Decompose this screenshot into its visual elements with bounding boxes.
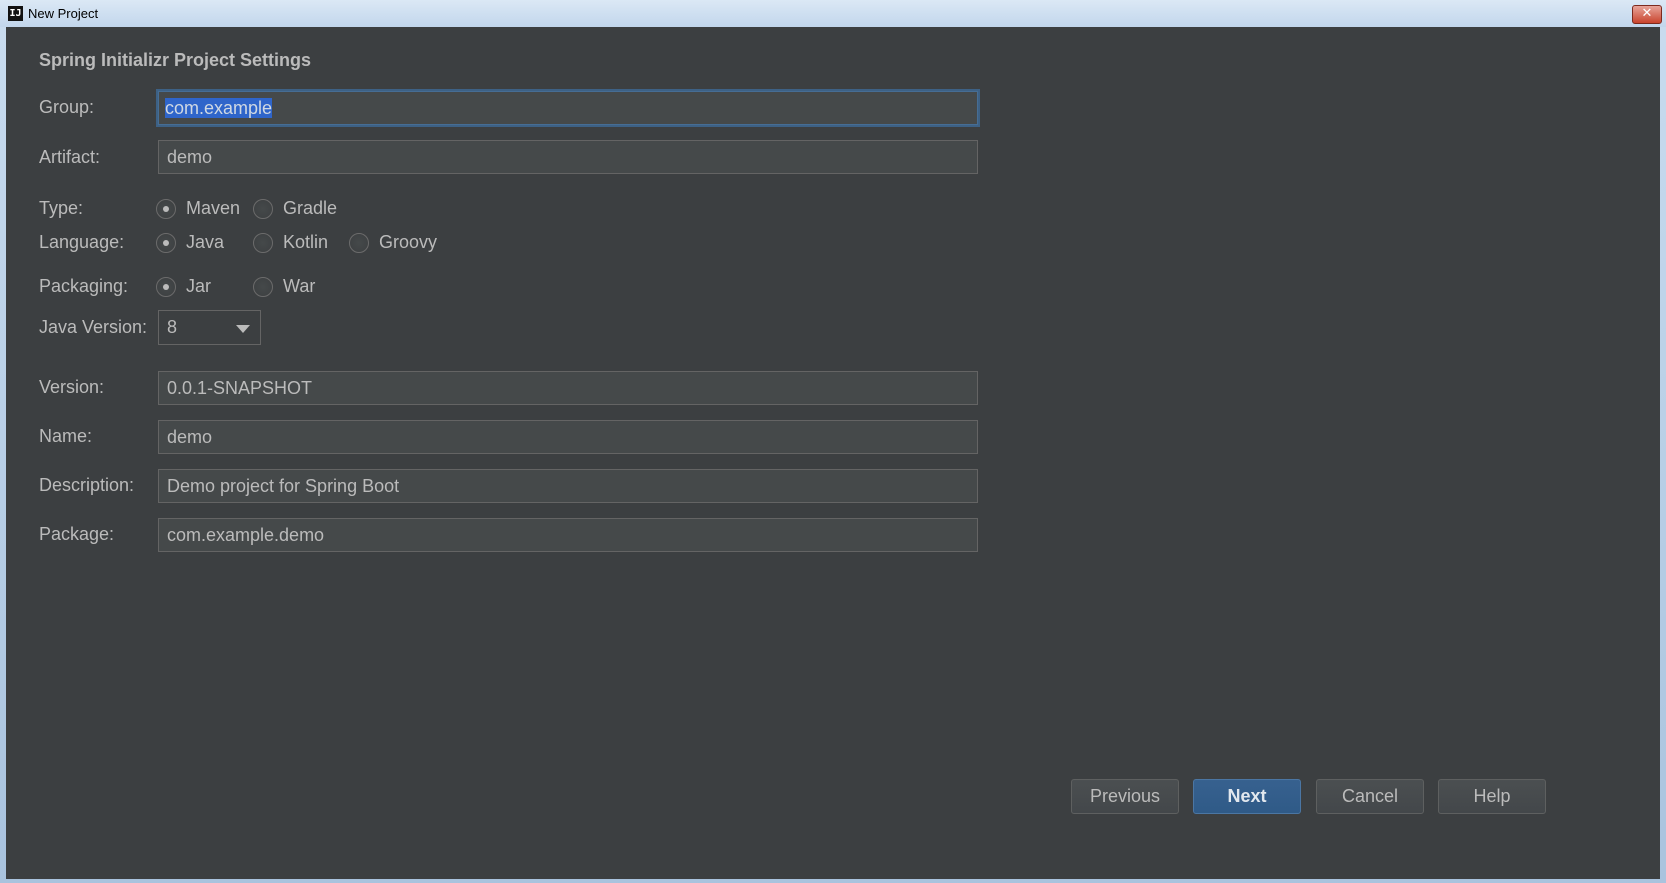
title-bar[interactable]: IJ New Project ✕ <box>0 0 1666 27</box>
help-button[interactable]: Help <box>1438 779 1546 814</box>
window-title: New Project <box>28 6 99 21</box>
artifact-field[interactable]: demo <box>158 140 978 174</box>
java-version-value: 8 <box>167 317 178 337</box>
close-icon[interactable]: ✕ <box>1632 5 1662 24</box>
packaging-war-label[interactable]: War <box>283 276 315 297</box>
packaging-label: Packaging: <box>39 276 129 296</box>
type-maven-radio[interactable] <box>156 199 176 219</box>
type-gradle-label[interactable]: Gradle <box>283 198 337 219</box>
new-project-window: IJ New Project ✕ Spring Initializr Proje… <box>0 0 1666 883</box>
name-label: Name: <box>39 426 93 446</box>
group-field[interactable]: com.example <box>156 89 980 127</box>
settings-panel: Spring Initializr Project Settings Group… <box>6 27 1660 879</box>
previous-button[interactable]: Previous <box>1071 779 1179 814</box>
language-kotlin-label[interactable]: Kotlin <box>283 232 328 253</box>
type-label: Type: <box>39 198 84 218</box>
java-version-dropdown[interactable]: 8 <box>158 310 261 345</box>
description-field[interactable]: Demo project for Spring Boot <box>158 469 978 503</box>
package-field[interactable]: com.example.demo <box>158 518 978 552</box>
name-field[interactable]: demo <box>158 420 978 454</box>
packaging-jar-radio[interactable] <box>156 277 176 297</box>
packaging-jar-label[interactable]: Jar <box>186 276 211 297</box>
type-maven-label[interactable]: Maven <box>186 198 240 219</box>
chevron-down-icon <box>236 325 250 333</box>
language-kotlin-radio[interactable] <box>253 233 273 253</box>
group-value: com.example <box>165 98 273 118</box>
language-groovy-radio[interactable] <box>349 233 369 253</box>
language-java-label[interactable]: Java <box>186 232 224 253</box>
intellij-app-icon: IJ <box>8 6 23 21</box>
language-label: Language: <box>39 232 125 252</box>
page-title: Spring Initializr Project Settings <box>39 50 312 70</box>
packaging-war-radio[interactable] <box>253 277 273 297</box>
package-label: Package: <box>39 524 115 544</box>
java-version-label: Java Version: <box>39 317 148 337</box>
version-label: Version: <box>39 377 105 397</box>
cancel-button[interactable]: Cancel <box>1316 779 1424 814</box>
next-button[interactable]: Next <box>1193 779 1301 814</box>
description-label: Description: <box>39 475 135 495</box>
group-label: Group: <box>39 97 95 117</box>
type-gradle-radio[interactable] <box>253 199 273 219</box>
artifact-label: Artifact: <box>39 147 101 167</box>
version-field[interactable]: 0.0.1-SNAPSHOT <box>158 371 978 405</box>
language-groovy-label[interactable]: Groovy <box>379 232 437 253</box>
language-java-radio[interactable] <box>156 233 176 253</box>
